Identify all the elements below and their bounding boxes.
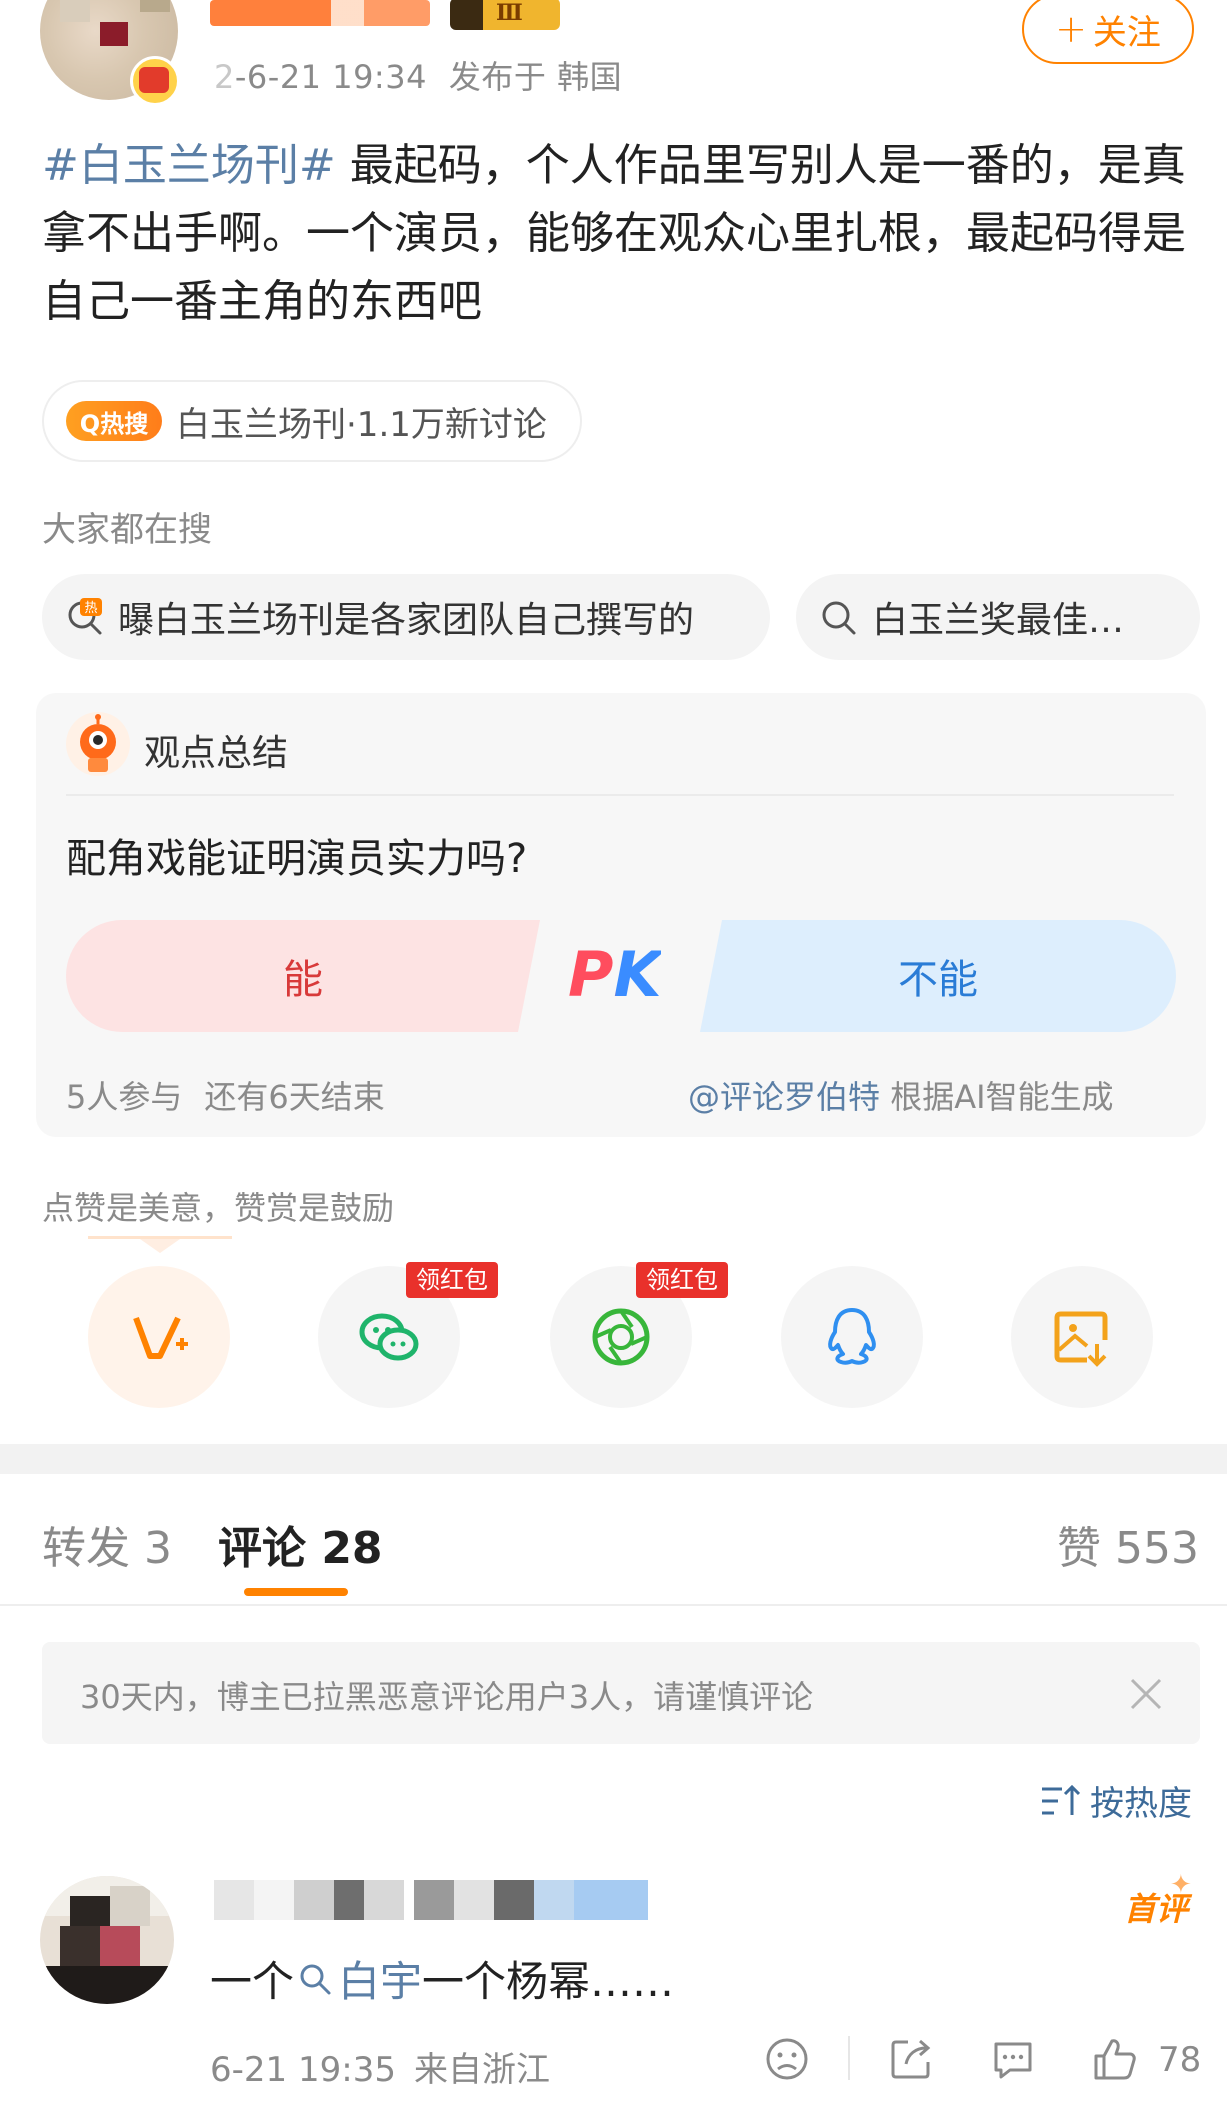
ai-credit-link[interactable]: @评论罗伯特 xyxy=(688,1078,880,1116)
search-icon xyxy=(300,1964,331,1994)
post-location: 发布于 韩国 xyxy=(448,58,623,96)
sort-label: 按热度 xyxy=(1090,1784,1192,1824)
topic-link[interactable]: #白玉兰场刊# xyxy=(42,140,336,191)
share-qq-button[interactable] xyxy=(781,1266,923,1408)
tab-comment[interactable]: 评论 28 xyxy=(218,1512,383,1576)
comment-location: 来自浙江 xyxy=(413,2050,550,2090)
divider xyxy=(848,2036,850,2080)
search-suggestion[interactable]: 白玉兰奖最佳… xyxy=(796,574,1200,660)
close-icon[interactable] xyxy=(1126,1674,1166,1714)
post-text: #白玉兰场刊# 最起码，个人作品里写别人是一番的，是真拿不出手啊。一个演员，能够… xyxy=(42,132,1192,336)
tab-active-indicator xyxy=(244,1588,348,1596)
divider xyxy=(0,1604,1227,1606)
opinion-title: 观点总结 xyxy=(144,733,289,774)
search-icon xyxy=(820,598,858,636)
comment-text: 一个 白宇 一个杨幂…… xyxy=(210,1948,674,2009)
wechat-icon xyxy=(359,1313,419,1361)
author-name-blurred[interactable] xyxy=(210,0,430,26)
comment-search-link[interactable]: 白宇 xyxy=(294,1948,422,2009)
comment-meta: 6-21 19:35 来自浙江 xyxy=(210,2042,550,2091)
hot-topic-pill[interactable]: Q热搜 白玉兰场刊·1.1万新讨论 xyxy=(42,380,582,462)
reward-title: 点赞是美意，赞赏是鼓励 xyxy=(42,1189,395,1227)
section-separator xyxy=(0,1444,1227,1474)
opinion-question: 配角戏能证明演员实力吗? xyxy=(66,836,528,882)
redpack-badge: 领红包 xyxy=(406,1262,498,1298)
reward-button[interactable] xyxy=(88,1266,230,1408)
dislike-button[interactable] xyxy=(764,2036,810,2082)
post-time: -6-21 19:34 xyxy=(234,58,427,96)
ai-credit-text: 根据AI智能生成 xyxy=(880,1078,1114,1116)
divider xyxy=(66,794,1174,796)
like-icon xyxy=(1094,2039,1136,2080)
share-button[interactable] xyxy=(888,2036,934,2082)
robot-logo-icon xyxy=(66,712,130,776)
reward-arrow xyxy=(140,1239,180,1253)
qq-icon xyxy=(828,1308,876,1365)
save-image-icon xyxy=(1054,1311,1108,1367)
hot-search-icon: 热 xyxy=(66,598,104,636)
share-icon xyxy=(891,2039,931,2079)
post-meta: 2-6-21 19:34 发布于 韩国 xyxy=(214,52,622,98)
comment-link-label: 白宇 xyxy=(338,1957,423,2006)
notice-text: 30天内，博主已拉黑恶意评论用户3人，请谨慎评论 xyxy=(80,1678,814,1716)
comment-text-part: 一个 xyxy=(210,1957,295,2006)
level-badge: Ⅲ xyxy=(450,0,560,30)
sort-button[interactable]: 按热度 xyxy=(1040,1776,1192,1825)
vote-yes-label: 能 xyxy=(283,957,323,1003)
post-time-prefix: 2 xyxy=(214,58,235,96)
participants-count: 5人参与 xyxy=(66,1078,183,1116)
search-suggestion-label: 白玉兰奖最佳… xyxy=(872,600,1125,641)
comment-icon xyxy=(994,2042,1032,2079)
commenter-avatar[interactable] xyxy=(40,1876,174,2004)
avatar-badge-icon xyxy=(130,56,180,106)
vote-no-button[interactable]: 不能 xyxy=(700,920,1176,1032)
search-suggestion-label: 曝白玉兰场刊是各家团队自己撰写的 xyxy=(118,600,695,641)
vote-yes-button[interactable]: 能 xyxy=(66,920,540,1032)
vplus-icon xyxy=(133,1316,188,1359)
like-button[interactable] xyxy=(1092,2036,1138,2082)
vote-no-label: 不能 xyxy=(898,957,978,1003)
redpack-badge: 领红包 xyxy=(636,1262,728,1298)
first-comment-badge: 首评 ✦ xyxy=(1124,1870,1192,1930)
save-image-button[interactable] xyxy=(1011,1266,1153,1408)
opinion-stats: 5人参与 还有6天结束 xyxy=(66,1072,385,1118)
follow-button[interactable]: + 关注 xyxy=(1022,0,1194,64)
svg-text:热: 热 xyxy=(84,601,97,616)
comment-time: 6-21 19:35 xyxy=(210,2050,396,2090)
sort-icon xyxy=(1042,1784,1080,1815)
tab-repost[interactable]: 转发 3 xyxy=(42,1512,172,1576)
dislike-icon xyxy=(766,2038,808,2080)
pk-mark: PK xyxy=(568,938,662,1011)
follow-label: 关注 xyxy=(1092,12,1161,53)
ai-credit: @评论罗伯特 根据AI智能生成 xyxy=(688,1072,1114,1118)
hot-search-icon: Q热搜 xyxy=(66,401,162,441)
tab-like[interactable]: 赞 553 xyxy=(1057,1512,1199,1576)
sparkle-icon: ✦ xyxy=(1170,1870,1192,1900)
like-count: 78 xyxy=(1158,2040,1202,2080)
reply-button[interactable] xyxy=(990,2036,1036,2082)
moments-icon xyxy=(592,1308,650,1366)
search-suggestion[interactable]: 热 曝白玉兰场刊是各家团队自己撰写的 xyxy=(42,574,770,660)
time-remaining: 还有6天结束 xyxy=(204,1078,385,1116)
plus-icon: + xyxy=(1055,7,1087,51)
hot-topic-text: 白玉兰场刊·1.1万新讨论 xyxy=(176,404,547,445)
search-section-title: 大家都在搜 xyxy=(42,510,212,550)
commenter-name-blurred[interactable] xyxy=(214,1880,648,1920)
comment-text-part: 一个杨幂…… xyxy=(422,1957,675,2006)
